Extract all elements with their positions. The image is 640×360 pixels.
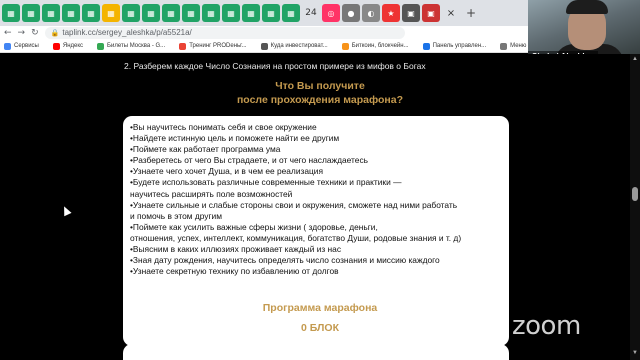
bookmark-item[interactable]: Биткоин, блокчейн...	[341, 42, 409, 50]
benefit-item: •Узнаете чего хочет Душа, и в чем ее реа…	[130, 166, 324, 177]
benefit-item: •Найдете истинную цель и поможете найти …	[130, 133, 340, 144]
participant-video: Siarhei Aleshk...	[528, 0, 640, 62]
benefit-item: •Вы научитесь понимать себя и свое окруж…	[130, 122, 317, 132]
forward-icon[interactable]: →	[18, 28, 26, 38]
scroll-thumb[interactable]	[632, 187, 638, 201]
benefit-item: и помочь в этом другим	[130, 210, 222, 221]
bookmark-item[interactable]: Яндекс	[52, 42, 84, 50]
bookmark-icon	[97, 42, 105, 50]
tab-icon[interactable]: ▣	[422, 4, 440, 22]
bookmark-label: Куда инвестироват...	[270, 43, 328, 49]
benefit-item: •Зная дату рождения, научитесь определят…	[130, 255, 440, 266]
scroll-up-icon[interactable]: ▲	[632, 56, 638, 62]
green-sheet-icon[interactable]: ▦	[22, 4, 40, 22]
back-icon[interactable]: ←	[4, 28, 12, 38]
bookmark-item[interactable]: Тренинг PRODеньг...	[179, 42, 247, 50]
benefit-item: •Узнаете секретную технику по избавлению…	[130, 266, 339, 277]
benefit-item: отношения, успех, интеллект, коммуникаци…	[130, 232, 462, 243]
bookmark-icon	[500, 42, 508, 50]
scroll-down-icon[interactable]: ▼	[632, 350, 638, 356]
section-heading-line1: Что Вы получите	[275, 80, 365, 92]
url-field[interactable]: 🔒 taplink.cc/sergey_aleshka/p/a5521a/	[44, 27, 405, 39]
scrollbar[interactable]: ▲ ▼	[630, 54, 640, 360]
bookmark-item[interactable]: Меню	[500, 42, 527, 50]
bookmark-label: Тренинг PRODеньг...	[189, 43, 247, 49]
tab-icon[interactable]: ◐	[362, 4, 380, 22]
list-item-text: 2. Разберем каждое Число Сознания на про…	[124, 61, 426, 71]
new-tab-icon[interactable]: +	[462, 4, 480, 22]
green-sheet-icon[interactable]: ▦	[282, 4, 300, 22]
bookmark-label: Билеты Москва - G...	[107, 43, 166, 49]
close-tab-icon[interactable]: ×	[442, 4, 460, 22]
bookmark-icon	[260, 42, 268, 50]
bookmark-icon	[179, 42, 187, 50]
tab-count[interactable]: 24	[302, 4, 320, 22]
benefit-item: •Выясним в каких иллюзиях проживает кажд…	[130, 244, 342, 255]
green-sheet-icon[interactable]: ▦	[242, 4, 260, 22]
green-sheet-icon[interactable]: ▦	[182, 4, 200, 22]
reload-icon[interactable]: ↻	[31, 28, 39, 38]
benefit-item: научитесь расширять поле возможностей	[130, 188, 293, 199]
star-tab-icon[interactable]: ★	[382, 4, 400, 22]
green-sheet-icon[interactable]: ▦	[222, 4, 240, 22]
green-sheet-icon[interactable]: ▦	[2, 4, 20, 22]
zoom-logo: zoom	[512, 311, 581, 341]
bookmark-label: Сервисы	[14, 43, 39, 49]
green-sheet-icon[interactable]: ▦	[202, 4, 220, 22]
benefit-item: •Поймете как усилить важные сферы жизни …	[130, 221, 378, 232]
section-heading-line2: после прохождения марафона?	[236, 94, 404, 106]
bookmark-item[interactable]: Билеты Москва - G...	[97, 42, 166, 50]
instagram-tab-icon[interactable]: ◎	[322, 4, 340, 22]
next-card	[123, 344, 509, 360]
benefit-item: •Поймете как работает программа ума	[130, 144, 281, 155]
bookmark-label: Панель управлен...	[432, 43, 487, 49]
green-sheet-icon[interactable]: ▦	[162, 4, 180, 22]
tab-icon[interactable]: ▣	[402, 4, 420, 22]
bookmark-label: Биткоин, блокчейн...	[351, 43, 409, 49]
bookmark-icon	[52, 42, 60, 50]
green-sheet-icon[interactable]: ▦	[142, 4, 160, 22]
url-text: taplink.cc/sergey_aleshka/p/a5521a/	[62, 28, 192, 37]
green-sheet-icon[interactable]: ▦	[82, 4, 100, 22]
bookmark-item[interactable]: Панель управлен...	[422, 42, 487, 50]
tab-strip: ▦ ▦ ▦ ▦ ▦ ▦ ▦ ▦ ▦ ▦ ▦ ▦ ▦ ▦ ▦	[2, 4, 302, 22]
yellow-doc-icon[interactable]: ▦	[102, 4, 120, 22]
bookmark-icon	[341, 42, 349, 50]
green-sheet-icon[interactable]: ▦	[62, 4, 80, 22]
benefit-item: •Будете использовать различные современн…	[130, 177, 402, 188]
green-sheet-icon[interactable]: ▦	[42, 4, 60, 22]
benefit-item: •Узнаете сильные и слабые стороны свои и…	[130, 199, 458, 210]
bookmark-item[interactable]: Куда инвестироват...	[260, 42, 328, 50]
bookmark-label: Меню	[510, 43, 527, 49]
green-sheet-icon[interactable]: ▦	[262, 4, 280, 22]
lock-icon: 🔒	[50, 30, 60, 37]
bookmark-label: Яндекс	[62, 43, 84, 49]
bookmark-icon	[4, 42, 11, 50]
benefits-list: •Вы научитесь понимать себя и свое окруж…	[130, 122, 502, 277]
bookmark-icon	[422, 42, 430, 50]
bookmark-item[interactable]: Сервисы	[4, 42, 39, 50]
green-sheet-icon[interactable]: ▦	[122, 4, 140, 22]
participant-cap	[566, 0, 608, 14]
benefit-item: •Разберетесь от чего Вы страдаете, и от …	[130, 155, 368, 166]
tab-icon[interactable]: ●	[342, 4, 360, 22]
